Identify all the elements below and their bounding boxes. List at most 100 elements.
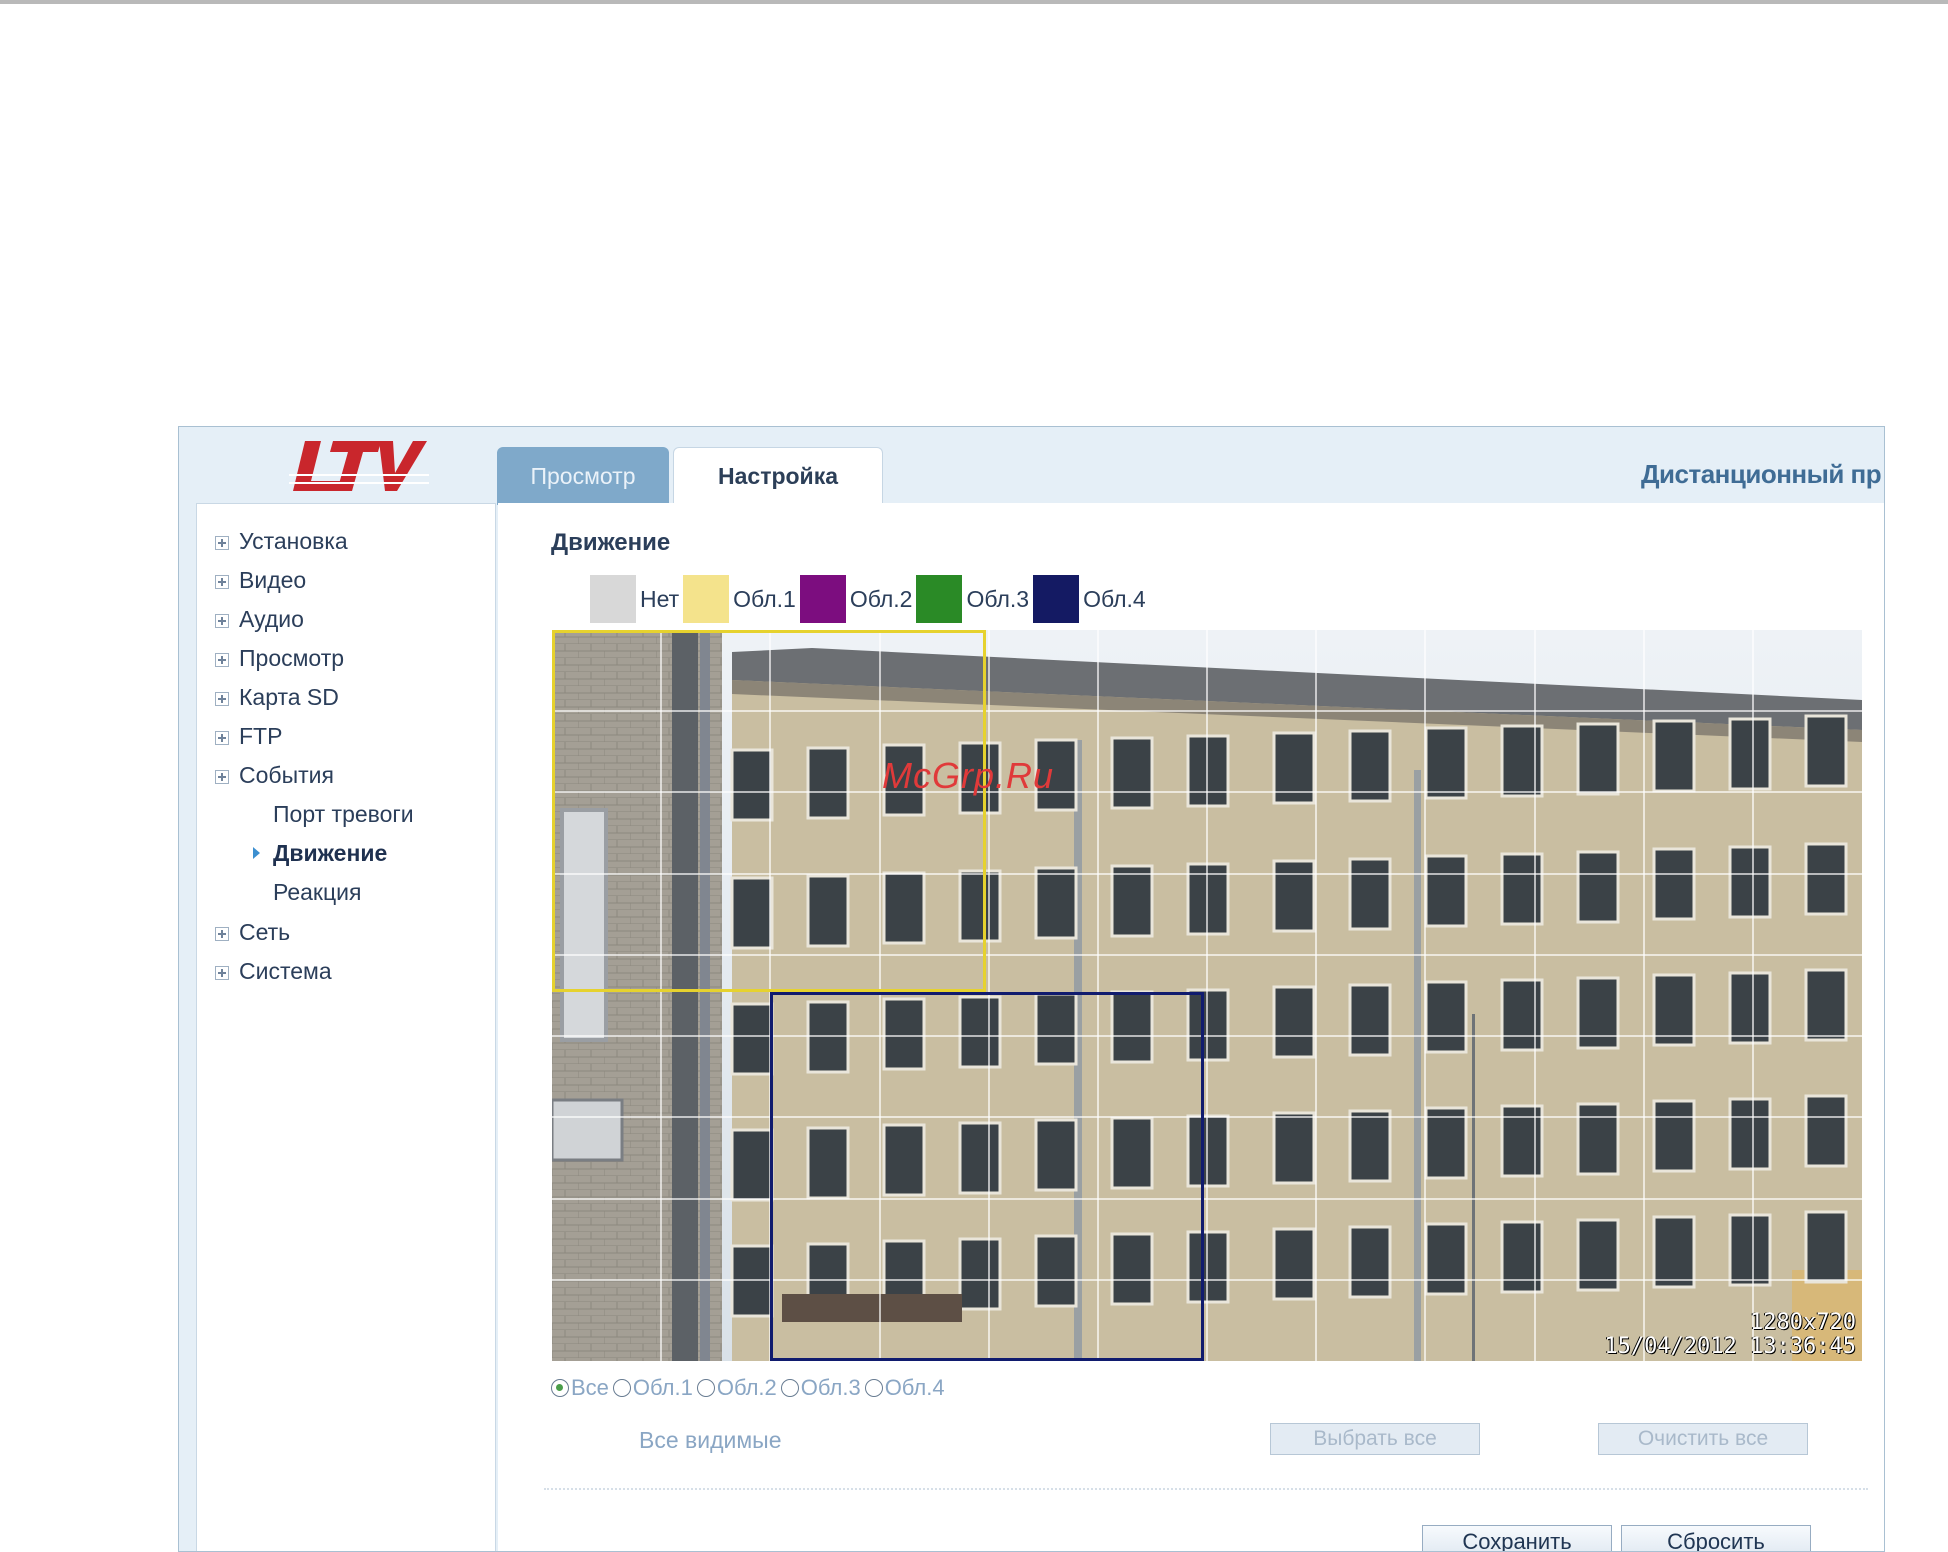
reset-button[interactable]: Сбросить xyxy=(1621,1525,1811,1551)
swatch-area-3[interactable] xyxy=(916,575,963,623)
building-window xyxy=(1272,1227,1316,1301)
sidebar-item-network[interactable]: Сеть xyxy=(215,919,290,946)
radio-all[interactable]: Все xyxy=(551,1375,609,1401)
sidebar-item-setup[interactable]: Установка xyxy=(215,528,348,555)
building-window xyxy=(1728,717,1772,791)
building-window xyxy=(1652,1215,1696,1289)
sidebar-item-label: Просмотр xyxy=(239,645,345,671)
radio-icon xyxy=(864,1379,883,1397)
radio-area-3[interactable]: Обл.3 xyxy=(780,1375,861,1401)
building-window xyxy=(1652,847,1696,921)
radio-area-2[interactable]: Обл.2 xyxy=(696,1375,777,1401)
building-window xyxy=(1652,1099,1696,1173)
building-window xyxy=(1500,852,1544,926)
sidebar-item-sd-card[interactable]: Карта SD xyxy=(215,684,339,711)
building-window xyxy=(1348,857,1392,931)
sidebar-item-label: FTP xyxy=(239,723,283,749)
building-window xyxy=(1576,976,1620,1050)
building-window xyxy=(1348,1225,1392,1299)
radio-label: Все xyxy=(571,1375,609,1400)
swatch-area-1[interactable] xyxy=(683,575,730,623)
expand-icon xyxy=(215,770,229,784)
building-window xyxy=(730,1002,774,1076)
sidebar-item-label: Видео xyxy=(239,567,307,593)
motion-grid-video[interactable]: McGrp.Ru 1280x720 15/04/2012 13:36:45 xyxy=(552,630,1862,1361)
osd-timestamp: 15/04/2012 13:36:45 xyxy=(1604,1334,1856,1359)
building-window xyxy=(1804,968,1848,1042)
motion-area-4-outline xyxy=(770,992,1204,1361)
video-osd: 1280x720 15/04/2012 13:36:45 xyxy=(1604,1311,1856,1359)
radio-label: Обл.2 xyxy=(716,1375,777,1400)
expand-icon xyxy=(215,536,229,550)
expand-icon xyxy=(215,614,229,628)
building-window xyxy=(1348,1109,1392,1183)
sidebar-item-system[interactable]: Система xyxy=(215,958,332,985)
sidebar-item-events[interactable]: События xyxy=(215,762,334,789)
legend-label-none: Нет xyxy=(640,585,680,612)
building-window xyxy=(1652,973,1696,1047)
swatch-area-4[interactable] xyxy=(1033,575,1080,623)
building-window xyxy=(1576,850,1620,924)
all-visible-label: Все видимые xyxy=(639,1427,782,1453)
building-window xyxy=(730,1244,774,1318)
building-window xyxy=(1272,985,1316,1059)
expand-icon xyxy=(215,692,229,706)
watermark-text: McGrp.Ru xyxy=(882,755,1055,796)
radio-area-4[interactable]: Обл.4 xyxy=(864,1375,945,1401)
expand-icon xyxy=(215,731,229,745)
sidebar-subitem-motion[interactable]: Движение xyxy=(253,840,387,867)
building-window xyxy=(1576,1102,1620,1176)
legend-label-area-3: Обл.3 xyxy=(966,585,1030,612)
sidebar-subitem-reaction[interactable]: Реакция xyxy=(273,879,361,906)
save-button[interactable]: Сохранить xyxy=(1422,1525,1612,1551)
section-title: Движение xyxy=(551,529,671,556)
legend-label-area-2: Обл.2 xyxy=(849,585,913,612)
radio-label: Обл.4 xyxy=(884,1375,945,1400)
sidebar-subitem-alarm-port[interactable]: Порт тревоги xyxy=(273,801,414,828)
building-window xyxy=(1186,862,1230,936)
building-window xyxy=(1272,731,1316,805)
sidebar-item-audio[interactable]: Аудио xyxy=(215,606,304,633)
building-window xyxy=(1500,724,1544,798)
ltv-logo xyxy=(289,437,429,499)
sidebar-item-label: Установка xyxy=(239,528,348,554)
swatch-none[interactable] xyxy=(590,575,636,623)
building-window xyxy=(1110,736,1154,810)
app-title: Дистанционный пр xyxy=(1641,459,1882,489)
building-window xyxy=(1652,719,1696,793)
sidebar-item-video[interactable]: Видео xyxy=(215,567,306,594)
building-window xyxy=(1804,1210,1848,1284)
sidebar-item-label: Сеть xyxy=(239,919,291,945)
legend-label-area-1: Обл.1 xyxy=(733,585,796,612)
building-window xyxy=(1272,859,1316,933)
building-window xyxy=(1500,978,1544,1052)
active-arrow-icon xyxy=(253,847,260,859)
clear-all-button[interactable]: Очистить все xyxy=(1598,1423,1808,1455)
sidebar-item-view[interactable]: Просмотр xyxy=(215,645,344,672)
building-window xyxy=(1424,980,1468,1054)
building-window xyxy=(1186,734,1230,808)
radio-icon xyxy=(612,1379,631,1397)
building-window xyxy=(1348,983,1392,1057)
motion-settings-panel: Движение Нет Обл.1 Обл.2 Обл.3 Обл.4 McG… xyxy=(498,503,1884,1551)
radio-area-1[interactable]: Обл.1 xyxy=(612,1375,693,1401)
tab-view[interactable]: Просмотр xyxy=(497,447,669,505)
building-window xyxy=(1500,1104,1544,1178)
swatch-area-2[interactable] xyxy=(799,575,846,623)
expand-icon xyxy=(215,575,229,589)
select-all-button[interactable]: Выбрать все xyxy=(1270,1423,1480,1455)
sidebar-item-ftp[interactable]: FTP xyxy=(215,723,282,750)
expand-icon xyxy=(215,927,229,941)
tab-settings[interactable]: Настройка xyxy=(673,447,883,505)
sidebar-item-label: Аудио xyxy=(239,606,304,632)
divider xyxy=(544,1488,1868,1490)
radio-label: Обл.3 xyxy=(800,1375,861,1400)
motion-area-1-outline xyxy=(552,630,986,992)
building-window xyxy=(1576,722,1620,796)
camera-web-interface: Просмотр Настройка Дистанционный пр Уста… xyxy=(178,426,1885,1552)
building-window xyxy=(1424,854,1468,928)
building-window xyxy=(1034,866,1078,940)
building-window xyxy=(1500,1220,1544,1294)
expand-icon xyxy=(215,966,229,980)
page-top-rule xyxy=(0,0,1948,4)
